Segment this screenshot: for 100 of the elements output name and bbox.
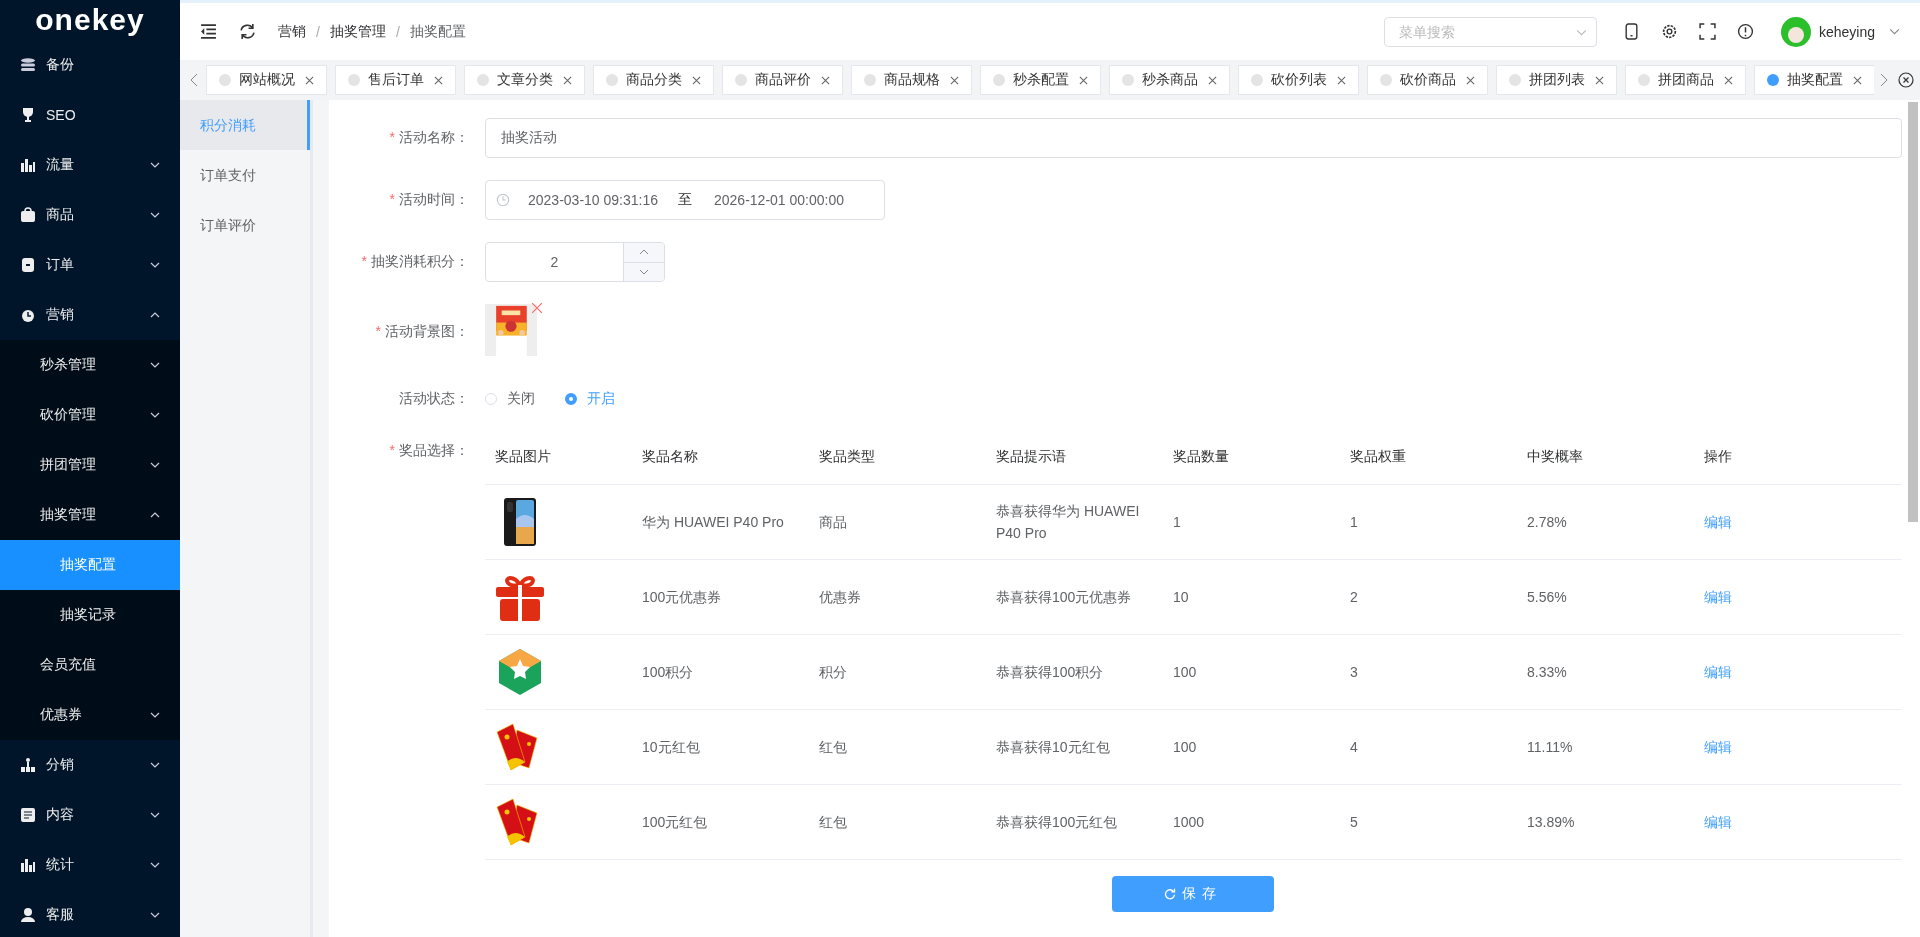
remove-icon[interactable] xyxy=(531,302,543,314)
close-icon[interactable] xyxy=(1853,75,1862,85)
breadcrumb-item[interactable]: 抽奖管理 xyxy=(329,22,386,41)
field-label: 活动状态： xyxy=(399,390,469,406)
breadcrumb-separator: / xyxy=(395,23,400,40)
tab[interactable]: 秒杀商品 xyxy=(1109,65,1230,95)
close-icon[interactable] xyxy=(692,75,701,85)
chevron-icon[interactable] xyxy=(1889,28,1900,35)
close-icon[interactable] xyxy=(563,75,572,85)
sidebar-item[interactable]: 流量 xyxy=(0,140,180,190)
caret-icon xyxy=(1575,28,1587,36)
tab[interactable]: 秒杀配置 xyxy=(980,65,1101,95)
field-label: 活动背景图： xyxy=(385,323,469,339)
table-cell: 2.78% xyxy=(1517,484,1694,560)
sidebar-item[interactable]: 内容 xyxy=(0,790,180,840)
sidebar-item[interactable]: 砍价管理 xyxy=(0,390,180,440)
table-cell: 100元红包 xyxy=(632,784,809,860)
tab[interactable]: 抽奖配置 xyxy=(1754,65,1874,95)
refresh-icon[interactable] xyxy=(239,23,256,40)
close-icon[interactable] xyxy=(950,75,959,85)
table-cell: 10 xyxy=(1163,559,1340,635)
sidebar-item[interactable]: 优惠券 xyxy=(0,690,180,740)
table-cell: 1 xyxy=(1340,484,1517,560)
menu-fold-icon[interactable] xyxy=(200,23,217,40)
breadcrumb-separator: / xyxy=(316,23,320,40)
sidebar-item[interactable]: 备份 xyxy=(0,40,180,90)
sidebar-item[interactable]: 会员充值 xyxy=(0,640,180,690)
scroll-right-icon[interactable] xyxy=(1880,73,1888,87)
table-cell: 1 xyxy=(1163,484,1340,560)
scroll-left-icon[interactable] xyxy=(190,73,198,87)
close-icon[interactable] xyxy=(1724,75,1733,85)
close-icon[interactable] xyxy=(1079,75,1088,85)
date-range-field[interactable]: 2023-03-10 09:31:16 至 2026-12-01 00:00:00 xyxy=(485,180,885,220)
close-icon[interactable] xyxy=(1595,75,1604,85)
tab[interactable]: 商品规格 xyxy=(851,65,972,95)
bag-icon xyxy=(20,207,36,223)
close-icon[interactable] xyxy=(821,75,830,85)
column-header: 奖品名称 xyxy=(632,430,809,485)
table-cell: 100 xyxy=(1163,634,1340,710)
tab[interactable]: 商品评价 xyxy=(722,65,843,95)
table-cell: 11.11% xyxy=(1517,709,1694,785)
tab[interactable]: 拼团商品 xyxy=(1625,65,1746,95)
tab[interactable]: 砍价商品 xyxy=(1367,65,1488,95)
table-cell: 恭喜获得100元优惠券 xyxy=(986,559,1163,635)
activity-name-field[interactable]: 抽奖活动 xyxy=(485,118,1902,158)
tab[interactable]: 文章分类 xyxy=(464,65,585,95)
bar-chart-icon xyxy=(20,857,36,873)
tab[interactable]: 商品分类 xyxy=(593,65,714,95)
table-cell: 100 xyxy=(1163,709,1340,785)
sidebar-item[interactable]: 秒杀管理 xyxy=(0,340,180,390)
sidebar-item[interactable]: 统计 xyxy=(0,840,180,890)
radio-option[interactable]: 关闭 xyxy=(485,390,535,408)
breadcrumb-item[interactable]: 营销 xyxy=(278,22,306,41)
tab[interactable]: 售后订单 xyxy=(335,65,456,95)
table-cell: 恭喜获得100元红包 xyxy=(986,784,1163,860)
sidebar-item[interactable]: 抽奖管理 xyxy=(0,490,180,540)
tab[interactable]: 砍价列表 xyxy=(1238,65,1359,95)
end-date: 2026-12-01 00:00:00 xyxy=(714,192,844,208)
sidebar-item[interactable]: 抽奖记录 xyxy=(0,590,180,640)
table-cell: 恭喜获得100积分 xyxy=(986,634,1163,710)
sidebar-item[interactable]: SEO xyxy=(0,90,180,140)
close-icon[interactable] xyxy=(1337,75,1346,85)
close-icon[interactable] xyxy=(305,75,314,85)
table-cell: 5.56% xyxy=(1517,559,1694,635)
close-icon[interactable] xyxy=(434,75,443,85)
fullscreen-icon[interactable] xyxy=(1698,23,1716,40)
clock-icon xyxy=(496,193,510,207)
field-label: 活动名称： xyxy=(399,129,469,145)
sidebar-item[interactable]: 营销 xyxy=(0,290,180,340)
sidebar-item[interactable]: 客服 xyxy=(0,890,180,937)
sidebar-item[interactable]: 拼团管理 xyxy=(0,440,180,490)
submenu-item[interactable]: 订单支付 xyxy=(180,150,310,200)
bar-chart-icon xyxy=(20,157,36,173)
sidebar-item[interactable]: 订单 xyxy=(0,240,180,290)
submenu-item[interactable]: 订单评价 xyxy=(180,200,310,250)
trophy-icon xyxy=(20,107,36,123)
close-icon[interactable] xyxy=(1466,75,1475,85)
tab[interactable]: 拼团列表 xyxy=(1496,65,1617,95)
user-name[interactable]: keheying xyxy=(1818,23,1875,40)
tablet-icon[interactable] xyxy=(1622,23,1640,40)
column-header: 中奖概率 xyxy=(1517,430,1694,485)
refresh-icon xyxy=(1163,888,1176,900)
order-icon xyxy=(20,257,36,273)
close-icon[interactable] xyxy=(1208,75,1217,85)
table-cell: 优惠券 xyxy=(809,559,986,635)
menu-search-field[interactable]: 菜单搜索 xyxy=(1383,16,1597,47)
document-icon xyxy=(20,807,36,823)
user-icon xyxy=(20,907,36,923)
column-header: 奖品图片 xyxy=(485,430,632,485)
table-cell: 恭喜获得10元红包 xyxy=(986,709,1163,785)
settings-icon[interactable] xyxy=(1660,23,1678,40)
tab[interactable]: 网站概况 xyxy=(206,65,327,95)
close-all-icon[interactable] xyxy=(1898,72,1914,88)
table-cell: 华为 HUAWEI P40 Pro xyxy=(632,484,809,560)
sidebar-item[interactable]: 分销 xyxy=(0,740,180,790)
sidebar-item[interactable]: 商品 xyxy=(0,190,180,240)
info-icon[interactable] xyxy=(1736,23,1754,40)
scrollbar[interactable] xyxy=(1906,100,1920,937)
start-date: 2023-03-10 09:31:16 xyxy=(528,192,658,208)
table-cell: 4 xyxy=(1340,709,1517,785)
